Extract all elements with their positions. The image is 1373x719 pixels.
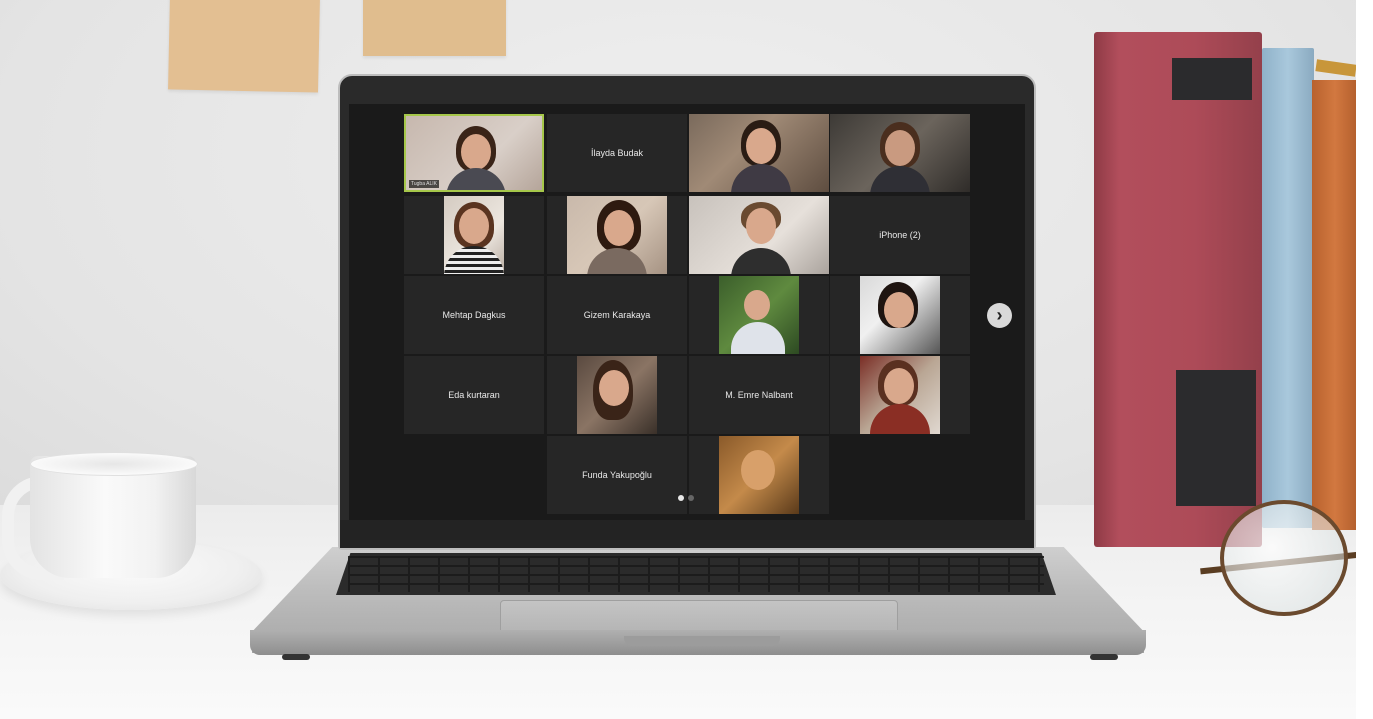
sticky-note (168, 0, 320, 93)
participant-tile[interactable] (547, 356, 687, 434)
participant-tile[interactable] (689, 436, 829, 514)
participant-tile[interactable]: iPhone (2) (830, 196, 970, 274)
participant-name: Mehtap Dagkus (442, 310, 506, 320)
participant-name: Gizem Karakaya (583, 310, 651, 320)
next-page-button[interactable]: › (987, 303, 1012, 328)
participant-tile[interactable]: Funda Yakupoğlu (547, 436, 687, 514)
book-band (1176, 370, 1256, 506)
book-band (1172, 58, 1252, 100)
participant-tile[interactable]: Mehtap Dagkus (404, 276, 544, 354)
participant-video (860, 276, 940, 354)
participant-video (406, 116, 542, 190)
page-dot[interactable] (688, 495, 694, 501)
page-dot-active[interactable] (678, 495, 684, 501)
chevron-right-icon: › (996, 305, 1003, 325)
participant-tile[interactable] (689, 196, 829, 274)
participant-tile[interactable]: İlayda Budak (547, 114, 687, 192)
border-strip (1356, 0, 1373, 719)
participant-video (567, 196, 667, 274)
cup-rim (30, 452, 198, 476)
page-indicator (678, 495, 694, 501)
participant-tile[interactable]: M. Emre Nalbant (689, 356, 829, 434)
participant-tile[interactable]: Eda kurtaran (404, 356, 544, 434)
participant-video (719, 276, 799, 354)
participant-tile[interactable] (689, 114, 829, 192)
participant-tile[interactable] (830, 276, 970, 354)
participant-tile[interactable]: Gizem Karakaya (547, 276, 687, 354)
sticky-note (363, 0, 506, 56)
orange-book (1312, 80, 1358, 530)
participant-video (689, 114, 829, 192)
participant-name: Eda kurtaran (448, 390, 500, 400)
participant-tile[interactable] (404, 196, 544, 274)
participant-video (689, 196, 829, 274)
participant-tile-tugba[interactable]: Tugba ALIK (404, 114, 544, 192)
participant-tile[interactable] (689, 276, 829, 354)
glasses-lens (1220, 500, 1348, 616)
participant-video (444, 196, 504, 274)
participant-tile[interactable] (830, 356, 970, 434)
keyboard-keys (348, 556, 1044, 592)
participant-tile[interactable] (830, 114, 970, 192)
participant-video (577, 356, 657, 434)
participant-video (860, 356, 940, 434)
participant-name: Funda Yakupoğlu (582, 470, 652, 480)
participant-video (830, 114, 970, 192)
participant-name-chip: Tugba ALIK (409, 180, 439, 188)
laptop-foot (1090, 654, 1118, 660)
participant-video (719, 436, 799, 514)
participant-name: iPhone (2) (879, 230, 921, 240)
participant-name: M. Emre Nalbant (725, 390, 793, 400)
laptop-hinge (340, 520, 1034, 548)
participant-tile[interactable] (547, 196, 687, 274)
participant-name: İlayda Budak (590, 148, 644, 158)
blue-book (1262, 48, 1314, 528)
laptop-foot (282, 654, 310, 660)
laptop-notch (624, 636, 780, 646)
